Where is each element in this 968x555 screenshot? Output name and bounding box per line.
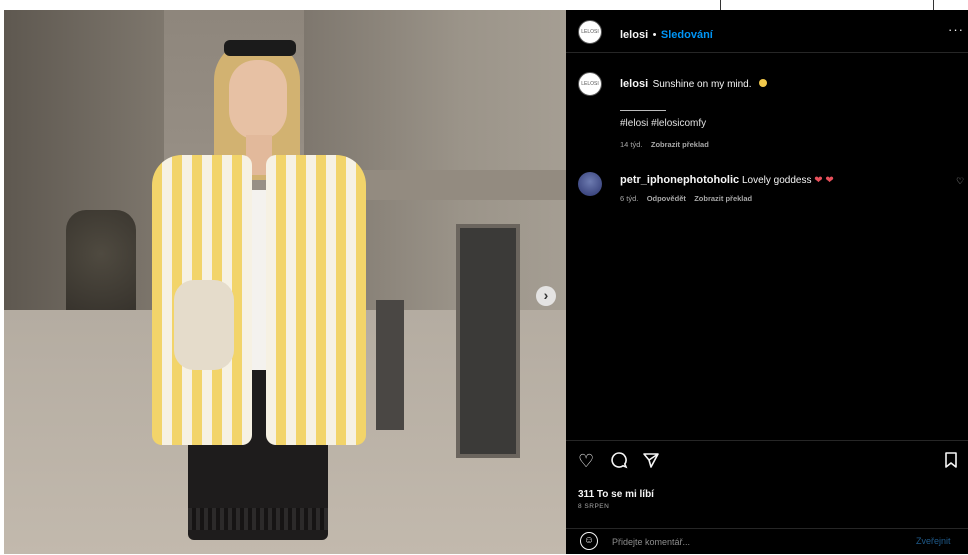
caption-hashtags[interactable]: #lelosi #lelosicomfy — [620, 118, 706, 129]
caption-username[interactable]: lelosi — [620, 78, 648, 90]
post-panel: LELOSI lelosi • Sledování ··· LELOSI lel… — [566, 10, 968, 554]
author-username[interactable]: lelosi — [620, 29, 648, 41]
avatar-text: LELOSI — [581, 81, 599, 87]
bookmark-icon[interactable] — [944, 451, 958, 474]
send-icon[interactable] — [642, 451, 660, 474]
caption-translate-link[interactable]: Zobrazit překlad — [651, 140, 709, 149]
post-photo[interactable]: › — [4, 10, 566, 554]
reply-link[interactable]: Odpovědět — [647, 194, 686, 203]
following-button[interactable]: Sledování — [661, 29, 713, 41]
comment-meta: 6 týd. Odpovědět Zobrazit překlad — [620, 194, 752, 203]
caption-age: 14 týd. — [620, 140, 643, 149]
person-bag — [174, 280, 234, 370]
comment-bar: ☺ Zveřejnit — [566, 528, 968, 555]
post-date: 8 SRPEN — [578, 503, 610, 510]
caption-avatar[interactable]: LELOSI — [578, 72, 602, 96]
chevron-right-icon[interactable]: › — [536, 286, 556, 306]
avatar-text: LELOSI — [581, 29, 599, 35]
photo-person — [134, 30, 374, 554]
sun-emoji-icon — [758, 78, 767, 87]
person-face — [229, 60, 287, 140]
caption-text: Sunshine on my mind. — [652, 79, 752, 90]
comment-input[interactable] — [610, 532, 914, 552]
comment-username[interactable]: petr_iphonephotoholic — [620, 174, 739, 186]
person-shorts-lace — [188, 508, 328, 530]
more-options-icon[interactable]: ··· — [948, 22, 964, 37]
caption: lelosi Sunshine on my mind. — [620, 74, 767, 92]
post-header: LELOSI lelosi • Sledování ··· — [566, 10, 968, 53]
caption-separator — [620, 110, 666, 111]
person-sunglasses — [224, 40, 296, 56]
likes-count[interactable]: 311 To se mi líbí — [578, 489, 654, 500]
comment-text: Lovely goddess — [741, 175, 812, 186]
author-line: lelosi • Sledování — [620, 25, 713, 43]
comment-translate-link[interactable]: Zobrazit překlad — [694, 194, 752, 203]
comment-body: petr_iphonephotoholic Lovely goddess ❤ ❤ — [620, 174, 834, 186]
author-avatar[interactable]: LELOSI — [578, 20, 602, 44]
photo-plants — [66, 210, 136, 320]
comment-like-heart-icon[interactable]: ♡ — [956, 176, 964, 187]
commenter-avatar[interactable] — [578, 172, 602, 196]
emoji-icon[interactable]: ☺ — [580, 532, 598, 550]
person-blazer-right — [266, 155, 366, 445]
photo-window-small — [376, 300, 404, 430]
post-comment-button[interactable]: Zveřejnit — [916, 536, 951, 546]
separator-dot: • — [652, 29, 657, 41]
heart-icon[interactable]: ♡ — [578, 451, 594, 472]
heart-emoji-icon: ❤ ❤ — [814, 175, 834, 186]
photo-window — [456, 224, 520, 458]
comment-icon[interactable] — [610, 451, 628, 474]
comment-age: 6 týd. — [620, 194, 639, 203]
caption-meta: 14 týd. Zobrazit překlad — [620, 140, 709, 149]
